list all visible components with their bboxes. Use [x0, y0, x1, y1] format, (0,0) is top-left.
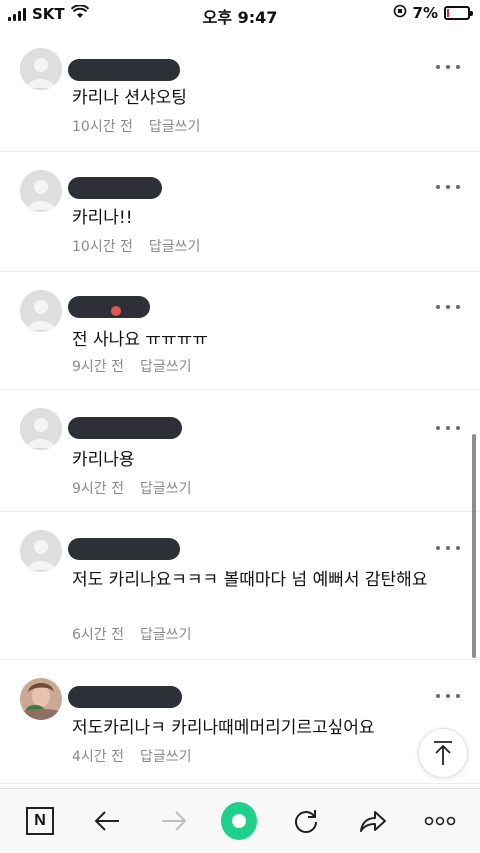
reply-button[interactable]: 답글쓰기 [140, 478, 192, 498]
comment-time: 4시간 전 [72, 749, 124, 765]
avatar[interactable] [20, 530, 62, 572]
battery-level [447, 9, 449, 17]
reply-button[interactable]: 답글쓰기 [140, 624, 192, 644]
comment-item: 전 사나요 ㅠㅠㅠㅠ 9시간 전 답글쓰기 [0, 272, 480, 390]
default-avatar-icon [20, 170, 62, 212]
more-dots-icon [424, 816, 456, 826]
comment-meta: 6시간 전 답글쓰기 [72, 624, 192, 644]
comment-meta: 4시간 전 답글쓰기 [72, 746, 192, 766]
back-button[interactable] [89, 803, 125, 839]
more-options-icon[interactable] [436, 65, 460, 71]
arrow-up-icon [434, 741, 452, 765]
comment-meta: 10시간 전 답글쓰기 [72, 236, 200, 256]
author-name-redacted [68, 417, 182, 439]
bottom-toolbar: N [0, 788, 480, 853]
scroll-to-top-button[interactable] [418, 728, 468, 778]
avatar[interactable] [20, 290, 62, 332]
comment-text: 저도카리나ㅋ 카리나때메머리기르고싶어요 [72, 718, 375, 738]
battery-icon [444, 6, 473, 20]
more-options-icon[interactable] [436, 546, 460, 552]
scrollbar[interactable] [472, 434, 476, 658]
author-name-redacted [68, 59, 180, 81]
default-avatar-icon [20, 530, 62, 572]
comment-text: 카리나 션샤오팅 [72, 88, 187, 108]
arrow-left-icon [94, 811, 119, 831]
comment-item: 카리나!! 10시간 전 답글쓰기 [0, 152, 480, 272]
more-options-icon[interactable] [436, 185, 460, 191]
comment-time: 10시간 전 [72, 239, 133, 255]
user-badge-icon [111, 306, 121, 316]
comment-time: 9시간 전 [72, 481, 124, 497]
comment-meta: 10시간 전 답글쓰기 [72, 116, 200, 136]
battery-percent: 7% [412, 4, 438, 22]
comment-item: 저도 카리나요ㅋㅋㅋ 볼때마다 넘 예뻐서 감탄해요 6시간 전 답글쓰기 [0, 512, 480, 660]
arrow-right-icon [162, 811, 187, 831]
comment-text: 저도 카리나요ㅋㅋㅋ 볼때마다 넘 예뻐서 감탄해요 [72, 570, 428, 590]
default-avatar-icon [20, 48, 62, 90]
comment-time: 9시간 전 [72, 359, 124, 375]
refresh-button[interactable] [288, 803, 324, 839]
more-menu-button[interactable] [422, 803, 458, 839]
author-name-redacted [68, 296, 150, 318]
author-name-redacted [68, 538, 180, 560]
comment-time: 10시간 전 [72, 119, 133, 135]
profile-photo [20, 678, 62, 720]
default-avatar-icon [20, 290, 62, 332]
comment-meta: 9시간 전 답글쓰기 [72, 356, 192, 376]
reply-button[interactable]: 답글쓰기 [149, 116, 201, 136]
forward-button[interactable] [156, 803, 192, 839]
reply-button[interactable]: 답글쓰기 [140, 746, 192, 766]
author-name-redacted [68, 177, 162, 199]
status-right: 7% [393, 4, 473, 22]
comment-text: 카리나용 [72, 450, 135, 470]
more-options-icon[interactable] [436, 305, 460, 311]
more-options-icon[interactable] [436, 426, 460, 432]
avatar[interactable] [20, 678, 62, 720]
home-button[interactable]: N [22, 803, 58, 839]
comment-meta: 9시간 전 답글쓰기 [72, 478, 192, 498]
comment-item: 카리나 션샤오팅 10시간 전 답글쓰기 [0, 32, 480, 152]
comment-text: 전 사나요 ㅠㅠㅠㅠ [72, 330, 208, 350]
avatar[interactable] [20, 408, 62, 450]
reply-button[interactable]: 답글쓰기 [140, 356, 192, 376]
green-dot-icon [221, 802, 257, 840]
comment-item: 카리나용 9시간 전 답글쓰기 [0, 390, 480, 512]
comment-text: 카리나!! [72, 208, 133, 228]
default-avatar-icon [20, 408, 62, 450]
comment-time: 6시간 전 [72, 627, 124, 643]
comment-item: 저도카리나ㅋ 카리나때메머리기르고싶어요 4시간 전 답글쓰기 [0, 660, 480, 784]
orientation-lock-icon [393, 4, 407, 22]
avatar[interactable] [20, 48, 62, 90]
share-arrow-icon [360, 811, 386, 832]
naver-home-icon: N [26, 807, 54, 835]
status-bar: SKT 오후 9:47 7% [0, 0, 480, 28]
more-options-icon[interactable] [436, 694, 460, 700]
avatar[interactable] [20, 170, 62, 212]
green-dot-button[interactable] [221, 802, 257, 840]
author-name-redacted [68, 686, 182, 708]
reply-button[interactable]: 답글쓰기 [149, 236, 201, 256]
refresh-icon [295, 810, 317, 833]
share-button[interactable] [355, 803, 391, 839]
